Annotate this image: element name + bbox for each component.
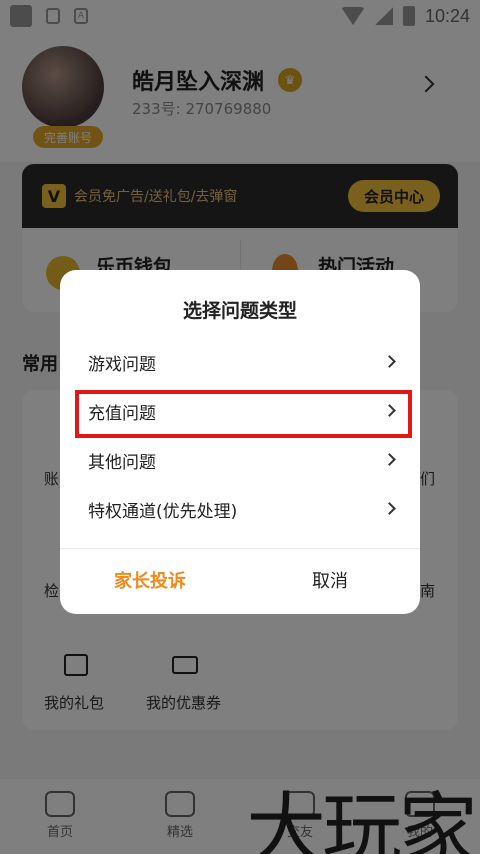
option-game-problem[interactable]: 游戏问题 bbox=[88, 342, 400, 382]
cancel-button[interactable]: 取消 bbox=[240, 560, 420, 604]
problem-type-dialog: 选择问题类型 游戏问题 充值问题 其他问题 特权通道(优先处理) 家长投诉 取消 bbox=[60, 270, 420, 614]
option-label: 游戏问题 bbox=[88, 354, 156, 375]
dialog-divider bbox=[60, 548, 420, 549]
chevron-right-icon bbox=[383, 453, 396, 466]
chevron-right-icon bbox=[383, 355, 396, 368]
watermark: 大玩家 bbox=[246, 784, 478, 854]
chevron-right-icon bbox=[383, 502, 396, 515]
dialog-title: 选择问题类型 bbox=[182, 300, 297, 322]
option-other-problem[interactable]: 其他问题 bbox=[88, 440, 400, 480]
parent-complaint-button[interactable]: 家长投诉 bbox=[60, 560, 240, 604]
option-label: 特权通道(优先处理) bbox=[88, 501, 238, 522]
highlight-box bbox=[75, 390, 412, 438]
option-privilege-channel[interactable]: 特权通道(优先处理) bbox=[88, 489, 400, 529]
option-label: 其他问题 bbox=[88, 452, 156, 473]
